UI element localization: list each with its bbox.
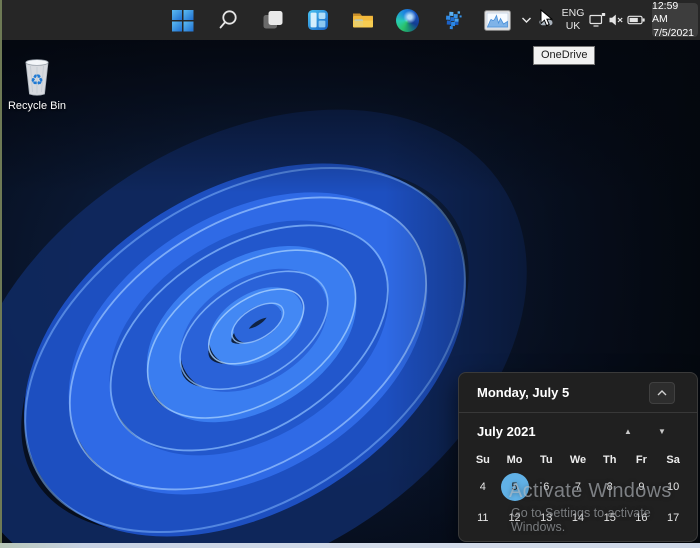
battery-tray-button[interactable] xyxy=(625,0,648,40)
network-tray-button[interactable] xyxy=(588,0,607,40)
calendar-day[interactable]: 14 xyxy=(562,502,594,533)
task-view-button[interactable] xyxy=(250,0,295,40)
calendar-weekday-row: Su Mo Tu We Th Fr Sa xyxy=(459,449,697,471)
window-frame-left-edge xyxy=(0,0,2,548)
calendar-day[interactable]: 15 xyxy=(594,502,626,533)
start-icon xyxy=(171,9,194,32)
calendar-day[interactable]: 7 xyxy=(562,471,594,502)
calendar-day-selected[interactable]: 5 xyxy=(499,471,531,502)
language-line2: UK xyxy=(566,20,581,33)
taskbar-center-icons xyxy=(160,0,520,40)
language-line1: ENG xyxy=(562,7,585,20)
onedrive-tooltip: OneDrive xyxy=(533,46,595,65)
file-explorer-button[interactable] xyxy=(340,0,385,40)
weekday-label: Fr xyxy=(626,449,658,471)
chevron-down-icon xyxy=(521,16,532,24)
calendar-flyout: Monday, July 5 July 2021 ▲ ▼ Su Mo Tu We… xyxy=(458,372,698,542)
edge-button[interactable] xyxy=(385,0,430,40)
store-button[interactable] xyxy=(430,0,475,40)
calendar-week-row: 4 5 6 7 8 9 10 xyxy=(459,471,697,502)
language-indicator[interactable]: ENG UK xyxy=(558,0,588,40)
taskbar: ENG UK xyxy=(0,0,700,40)
chevron-up-icon xyxy=(657,390,667,396)
weekday-label: Sa xyxy=(657,449,689,471)
clock-time: 12:59 AM xyxy=(652,0,694,27)
calendar-month-row: July 2021 ▲ ▼ xyxy=(459,413,697,449)
calendar-day[interactable]: 8 xyxy=(594,471,626,502)
calendar-day[interactable]: 6 xyxy=(530,471,562,502)
weekday-label: We xyxy=(562,449,594,471)
search-icon xyxy=(217,9,239,31)
weekday-label: Mo xyxy=(499,449,531,471)
recycle-bin-label: Recycle Bin xyxy=(4,100,70,112)
task-manager-button[interactable] xyxy=(475,0,520,40)
weekday-label: Th xyxy=(594,449,626,471)
store-icon xyxy=(442,9,464,31)
calendar-day[interactable]: 12 xyxy=(499,502,531,533)
ethernet-icon xyxy=(589,12,606,28)
edge-icon xyxy=(396,9,419,32)
calendar-day[interactable]: 17 xyxy=(657,502,689,533)
calendar-day[interactable]: 11 xyxy=(467,502,499,533)
task-view-icon xyxy=(261,8,285,32)
calendar-selected-date-label: Monday, July 5 xyxy=(477,385,569,400)
weekday-label: Su xyxy=(467,449,499,471)
system-tray: ENG UK xyxy=(518,0,700,40)
start-button[interactable] xyxy=(160,0,205,40)
calendar-header: Monday, July 5 xyxy=(459,373,697,413)
weekday-label: Tu xyxy=(530,449,562,471)
recycle-bin-icon: ♻ xyxy=(4,56,70,98)
calendar-day[interactable]: 13 xyxy=(530,502,562,533)
calendar-day[interactable]: 16 xyxy=(626,502,658,533)
folder-icon xyxy=(351,8,375,32)
search-button[interactable] xyxy=(205,0,250,40)
calendar-prev-month-button[interactable]: ▲ xyxy=(611,427,645,436)
calendar-next-month-button[interactable]: ▼ xyxy=(645,427,679,436)
calendar-day[interactable]: 9 xyxy=(626,471,658,502)
windows-11-desktop: ♻ Recycle Bin Monday, July 5 July 2021 ▲… xyxy=(0,0,700,548)
widgets-icon xyxy=(307,9,329,31)
calendar-day[interactable]: 10 xyxy=(657,471,689,502)
volume-tray-button[interactable] xyxy=(607,0,625,40)
recycle-arrows-glyph: ♻ xyxy=(30,71,43,89)
performance-chart-icon xyxy=(484,10,511,31)
mouse-cursor-icon xyxy=(540,9,553,27)
volume-muted-icon xyxy=(608,12,624,28)
window-frame-bottom-edge xyxy=(0,543,700,548)
tray-overflow-button[interactable] xyxy=(518,0,534,40)
recycle-bin-shortcut[interactable]: ♻ Recycle Bin xyxy=(4,56,70,112)
widgets-button[interactable] xyxy=(295,0,340,40)
battery-icon xyxy=(627,13,646,27)
calendar-collapse-button[interactable] xyxy=(649,382,675,404)
clock-date: 7/5/2021 xyxy=(653,27,694,41)
clock-button[interactable]: 12:59 AM 7/5/2021 xyxy=(652,3,698,37)
calendar-week-row: 11 12 13 14 15 16 17 xyxy=(459,502,697,533)
calendar-day[interactable]: 4 xyxy=(467,471,499,502)
calendar-month-label: July 2021 xyxy=(477,424,536,439)
onedrive-tray-button[interactable] xyxy=(534,0,558,40)
